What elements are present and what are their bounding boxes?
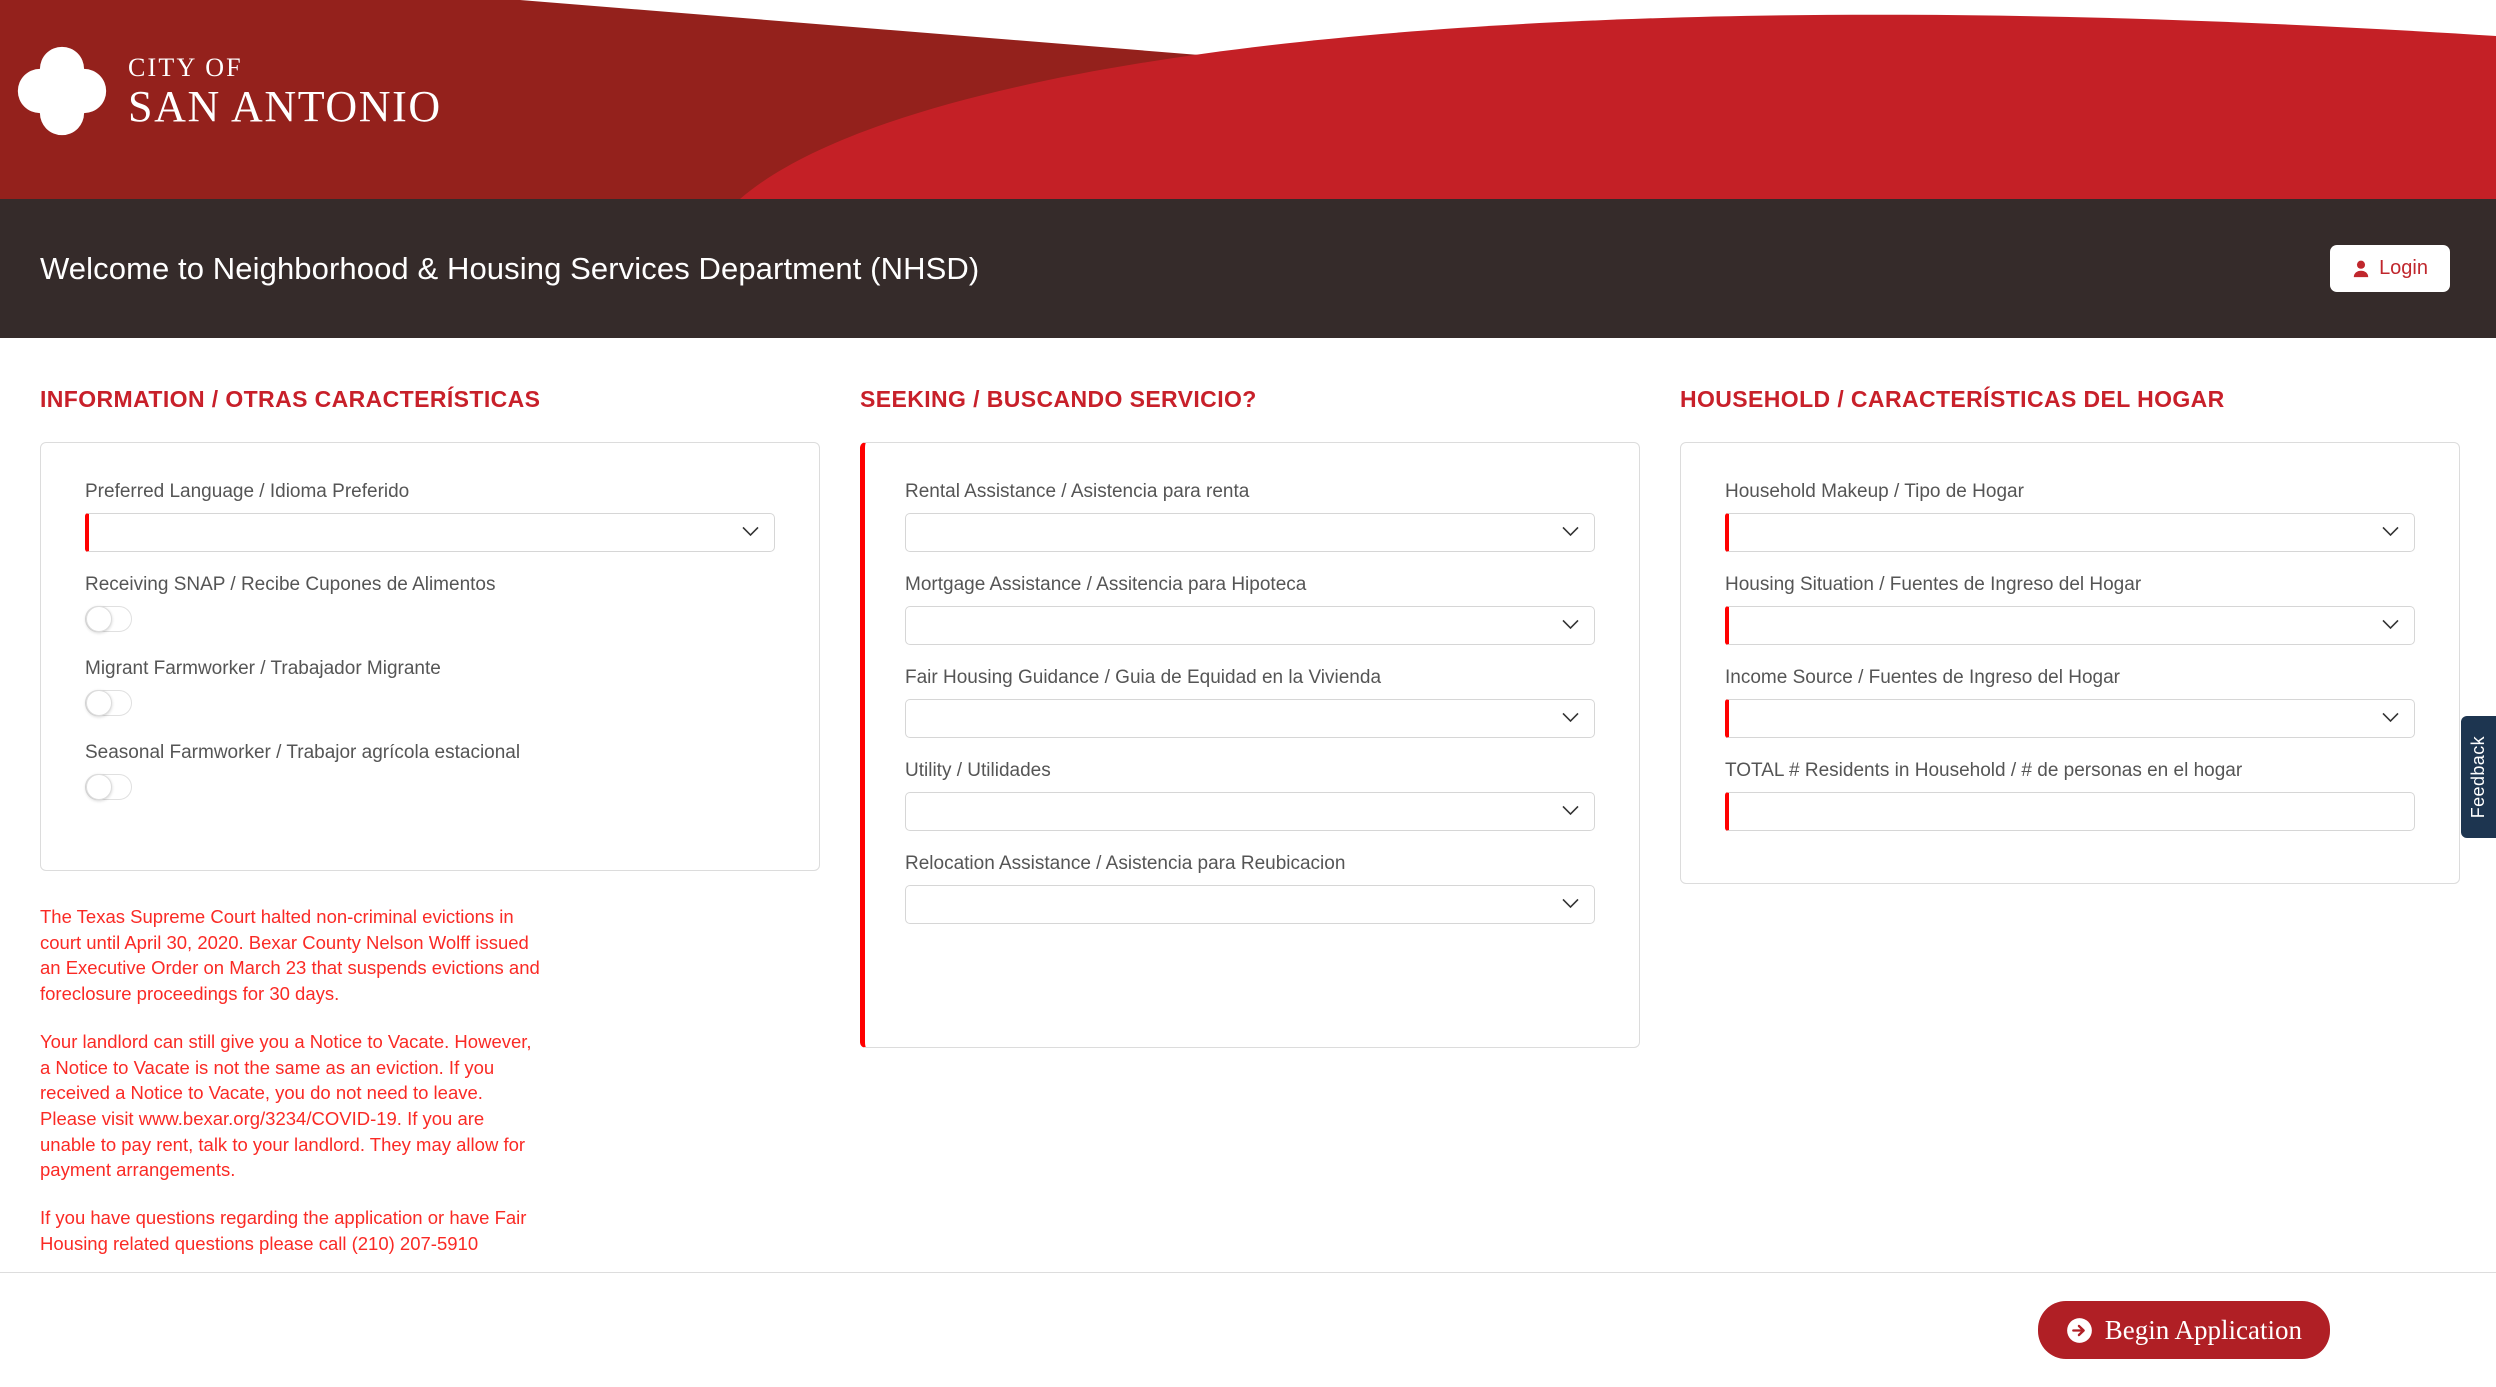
chevron-down-icon — [2382, 524, 2399, 542]
welcome-bar: Welcome to Neighborhood & Housing Servic… — [0, 199, 2496, 338]
field-seasonal-farmworker: Seasonal Farmworker / Trabajor agrícola … — [85, 742, 775, 800]
field-household-makeup: Household Makeup / Tipo de Hogar — [1725, 481, 2415, 552]
migrant-farmworker-toggle[interactable] — [85, 690, 132, 716]
chevron-down-icon — [1562, 524, 1579, 542]
household-card: Household Makeup / Tipo de Hogar Housing… — [1680, 442, 2460, 884]
chevron-down-icon — [1562, 617, 1579, 635]
form-columns: INFORMATION / OTRAS CARACTERÍSTICAS Pref… — [40, 386, 2460, 1256]
toggle-knob — [86, 690, 112, 716]
label-preferred-language: Preferred Language / Idioma Preferido — [85, 481, 410, 502]
rental-assistance-select[interactable] — [905, 513, 1595, 552]
field-mortgage-assistance: Mortgage Assistance / Assitencia para Hi… — [905, 574, 1595, 645]
label-relocation-assistance: Relocation Assistance / Asistencia para … — [905, 853, 1346, 874]
housing-situation-select[interactable] — [1725, 606, 2415, 645]
total-residents-input[interactable] — [1725, 792, 2415, 831]
preferred-language-select[interactable] — [85, 513, 775, 552]
label-migrant-farmworker: Migrant Farmworker / Trabajador Migrante — [85, 658, 441, 679]
notice-eviction-halt: The Texas Supreme Court halted non-crimi… — [40, 906, 540, 1005]
page-footer: Begin Application — [0, 1272, 2496, 1387]
heading-household: HOUSEHOLD / CARACTERÍSTICAS DEL HOGAR — [1680, 386, 2225, 412]
heading-seeking: SEEKING / BUSCANDO SERVICIO? — [860, 386, 1257, 412]
site-header: CITY OF SAN ANTONIO — [0, 0, 2496, 199]
fair-housing-guidance-select[interactable] — [905, 699, 1595, 738]
mortgage-assistance-select[interactable] — [905, 606, 1595, 645]
toggle-knob — [86, 774, 112, 800]
field-housing-situation: Housing Situation / Fuentes de Ingreso d… — [1725, 574, 2415, 645]
feedback-tab[interactable]: Feedback — [2461, 716, 2496, 838]
label-housing-situation: Housing Situation / Fuentes de Ingreso d… — [1725, 574, 2142, 595]
field-migrant-farmworker: Migrant Farmworker / Trabajador Migrante — [85, 658, 775, 716]
household-makeup-select[interactable] — [1725, 513, 2415, 552]
label-receiving-snap: Receiving SNAP / Recibe Cupones de Alime… — [85, 574, 496, 595]
chevron-down-icon — [1562, 803, 1579, 821]
chevron-down-icon — [1562, 896, 1579, 914]
chevron-down-icon — [2382, 617, 2399, 635]
notice-notice-to-vacate: Your landlord can still give you a Notic… — [40, 1030, 532, 1181]
notices: The Texas Supreme Court halted non-crimi… — [40, 904, 820, 1256]
logo-san-antonio-text: SAN ANTONIO — [128, 82, 442, 131]
label-utility: Utility / Utilidades — [905, 760, 1051, 781]
field-relocation-assistance: Relocation Assistance / Asistencia para … — [905, 853, 1595, 924]
field-receiving-snap: Receiving SNAP / Recibe Cupones de Alime… — [85, 574, 775, 632]
relocation-assistance-select[interactable] — [905, 885, 1595, 924]
login-button[interactable]: Login — [2330, 245, 2450, 292]
label-seasonal-farmworker: Seasonal Farmworker / Trabajor agrícola … — [85, 742, 521, 763]
arrow-circle-right-icon — [2066, 1317, 2093, 1344]
begin-application-button[interactable]: Begin Application — [2037, 1301, 2330, 1359]
column-seeking: SEEKING / BUSCANDO SERVICIO? Rental Assi… — [860, 386, 1640, 1048]
column-information: INFORMATION / OTRAS CARACTERÍSTICAS Pref… — [40, 386, 820, 1256]
field-preferred-language: Preferred Language / Idioma Preferido — [85, 481, 775, 552]
chevron-down-icon — [1562, 710, 1579, 728]
seasonal-farmworker-toggle[interactable] — [85, 774, 132, 800]
label-income-source: Income Source / Fuentes de Ingreso del H… — [1725, 667, 2121, 688]
information-card: Preferred Language / Idioma Preferido Re… — [40, 442, 820, 871]
seeking-card: Rental Assistance / Asistencia para rent… — [860, 442, 1640, 1048]
main-content: Feedback INFORMATION / OTRAS CARACTERÍST… — [0, 338, 2496, 1387]
notice-contact-phone: If you have questions regarding the appl… — [40, 1207, 527, 1254]
toggle-knob — [86, 606, 112, 632]
income-source-select[interactable] — [1725, 699, 2415, 738]
page-title: Welcome to Neighborhood & Housing Servic… — [40, 250, 980, 286]
column-household: HOUSEHOLD / CARACTERÍSTICAS DEL HOGAR Ho… — [1680, 386, 2460, 884]
receiving-snap-toggle[interactable] — [85, 606, 132, 632]
label-household-makeup: Household Makeup / Tipo de Hogar — [1725, 481, 2024, 502]
field-fair-housing-guidance: Fair Housing Guidance / Guia de Equidad … — [905, 667, 1595, 738]
chevron-down-icon — [2382, 710, 2399, 728]
heading-information: INFORMATION / OTRAS CARACTERÍSTICAS — [40, 386, 541, 412]
begin-application-label: Begin Application — [2104, 1314, 2302, 1345]
field-income-source: Income Source / Fuentes de Ingreso del H… — [1725, 667, 2415, 738]
label-rental-assistance: Rental Assistance / Asistencia para rent… — [905, 481, 1250, 502]
login-button-label: Login — [2379, 257, 2428, 279]
field-rental-assistance: Rental Assistance / Asistencia para rent… — [905, 481, 1595, 552]
logo-city-text: CITY OF — [128, 53, 243, 82]
field-total-residents: TOTAL # Residents in Household / # de pe… — [1725, 760, 2415, 831]
quatrefoil-icon — [14, 42, 110, 140]
label-mortgage-assistance: Mortgage Assistance / Assitencia para Hi… — [905, 574, 1307, 595]
label-total-residents: TOTAL # Residents in Household / # de pe… — [1725, 760, 2243, 781]
user-icon — [2352, 260, 2370, 278]
utility-select[interactable] — [905, 792, 1595, 831]
chevron-down-icon — [742, 524, 759, 542]
field-utility: Utility / Utilidades — [905, 760, 1595, 831]
site-logo[interactable]: CITY OF SAN ANTONIO — [14, 42, 442, 140]
logo-wordmark: CITY OF SAN ANTONIO — [128, 53, 442, 129]
feedback-tab-label: Feedback — [2468, 735, 2488, 819]
label-fair-housing-guidance: Fair Housing Guidance / Guia de Equidad … — [905, 667, 1382, 688]
